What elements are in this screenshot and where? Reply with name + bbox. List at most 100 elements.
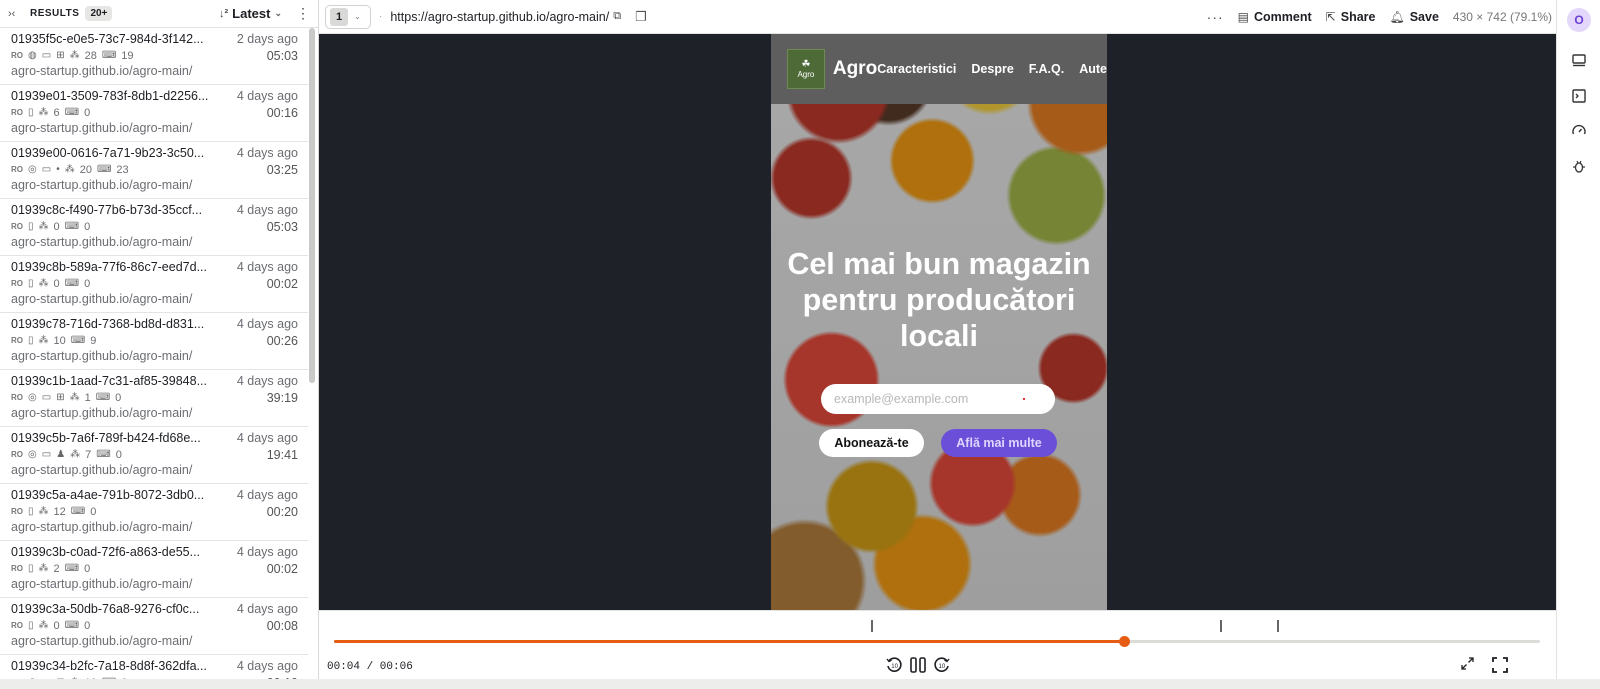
session-id: 01935f5c-e0e5-73c7-984d-3f142... <box>11 32 204 46</box>
terminal-icon[interactable] <box>1569 86 1589 106</box>
session-url: agro-startup.github.io/agro-main/ <box>11 235 193 249</box>
country-code: RO <box>11 51 23 60</box>
mobile-icon: ▯ <box>28 221 34 232</box>
gauge-icon[interactable] <box>1569 121 1589 141</box>
list-item[interactable]: 01939c3b-c0ad-72f6-a863-de55... 4 days a… <box>0 541 308 598</box>
chevron-down-icon: ⌄ <box>354 12 361 21</box>
copy-icon[interactable]: ❐ <box>635 9 647 25</box>
nav-link-caracteristici[interactable]: Caracteristici <box>877 62 956 76</box>
timeline-event-marker[interactable] <box>1277 620 1280 632</box>
bell-icon: 🔔︎ <box>1389 9 1405 24</box>
expand-icon[interactable] <box>1460 656 1475 671</box>
monitor-icon[interactable] <box>1569 51 1589 71</box>
desktop-icon: ▭ <box>41 449 52 460</box>
session-url: agro-startup.github.io/agro-main/ <box>11 292 193 306</box>
key-count: 0 <box>115 391 122 404</box>
session-duration: 05:03 <box>266 219 298 234</box>
timeline-event-marker[interactable] <box>1220 620 1223 632</box>
country-code: RO <box>11 564 23 573</box>
click-count: 7 <box>85 448 92 461</box>
share-icon: ⇱ <box>1325 9 1336 24</box>
sort-dropdown[interactable]: ↓² Latest ⌄ <box>219 6 282 21</box>
session-age: 4 days ago <box>236 89 298 103</box>
bug-icon[interactable] <box>1569 156 1589 176</box>
key-count: 0 <box>84 619 91 632</box>
nav-link-aute[interactable]: Aute <box>1079 62 1107 76</box>
country-code: RO <box>11 393 23 402</box>
desktop-icon: ▭ <box>41 392 52 403</box>
session-duration: 03:25 <box>266 162 298 177</box>
comment-button[interactable]: ▤ Comment <box>1238 10 1312 24</box>
session-id: 01939c1b-1aad-7c31-af85-39848... <box>11 374 207 388</box>
rewind-10-icon[interactable]: 10 <box>885 656 903 674</box>
keyboard-icon: ⌨ <box>64 107 80 118</box>
timeline-track[interactable] <box>334 636 1540 647</box>
session-id: 01939c3a-50db-76a8-9276-cf0c... <box>11 602 200 616</box>
list-item[interactable]: 01939c8c-f490-77b6-b73d-35ccf... 4 days … <box>0 199 308 256</box>
mobile-icon: ▯ <box>28 278 34 289</box>
svg-text:10: 10 <box>939 664 946 670</box>
list-item[interactable]: 01939c5b-7a6f-789f-b424-fd68e... 4 days … <box>0 427 308 484</box>
nav-link-faq[interactable]: F.A.Q. <box>1029 62 1064 76</box>
chevrons-left-right-icon[interactable]: ›‹ <box>8 8 24 20</box>
click-icon: ⁂ <box>38 107 49 118</box>
results-count-badge: 20+ <box>85 6 113 21</box>
desktop-icon: ▭ <box>41 164 52 175</box>
more-horizontal-icon[interactable]: ··· <box>1207 9 1224 25</box>
fullscreen-icon[interactable] <box>1491 656 1509 674</box>
session-age: 4 days ago <box>236 602 298 616</box>
list-item[interactable]: 01939e00-0616-7a71-9b23-3c50... 4 days a… <box>0 142 308 199</box>
session-id: 01939c5a-a4ae-791b-8072-3db0... <box>11 488 205 502</box>
logo-text: Agro <box>797 69 815 79</box>
list-item[interactable]: 01935f5c-e0e5-73c7-984d-3f142... 2 days … <box>0 28 308 85</box>
player-topbar: 1 ⌄ · https://agro-startup.github.io/agr… <box>319 0 1556 34</box>
svg-text:10: 10 <box>891 664 898 670</box>
hero-line: locali <box>900 319 978 353</box>
site-brand[interactable]: Agro <box>833 58 877 80</box>
external-link-icon[interactable]: ⧉ <box>613 10 621 23</box>
key-count: 0 <box>115 448 122 461</box>
avatar[interactable]: O <box>1567 8 1591 32</box>
session-age: 4 days ago <box>236 374 298 388</box>
windows-icon: ⊞ <box>56 392 65 403</box>
list-item[interactable]: 01939c3a-50db-76a8-9276-cf0c... 4 days a… <box>0 598 308 655</box>
click-icon: ⁂ <box>64 164 75 175</box>
session-duration: 00:02 <box>266 276 298 291</box>
click-count: 6 <box>53 106 60 119</box>
timeline-event-marker[interactable] <box>870 620 873 632</box>
session-age: 4 days ago <box>236 260 298 274</box>
results-scrollbar[interactable] <box>309 28 315 383</box>
email-field[interactable] <box>821 384 1055 414</box>
click-icon: ⁂ <box>70 449 81 460</box>
more-options-icon[interactable]: ⋮ <box>296 5 310 22</box>
share-button[interactable]: ⇱ Share <box>1326 10 1376 24</box>
nav-link-despre[interactable]: Despre <box>971 62 1013 76</box>
replay-viewport[interactable]: ☘ Agro Agro Caracteristici Despre F.A.Q.… <box>319 34 1556 610</box>
leaf-icon: ☘ <box>801 58 811 70</box>
click-count: 1 <box>84 391 91 404</box>
list-item[interactable]: 01939c5a-a4ae-791b-8072-3db0... 4 days a… <box>0 484 308 541</box>
list-item[interactable]: 01939e01-3509-783f-8db1-d2256... 4 days … <box>0 85 308 142</box>
save-button[interactable]: 🔔︎ Save <box>1389 10 1438 24</box>
hero-line: pentru producători <box>802 283 1076 317</box>
forward-10-icon[interactable]: 10 <box>933 656 951 674</box>
replayed-website: ☘ Agro Agro Caracteristici Despre F.A.Q.… <box>771 34 1107 610</box>
list-item[interactable]: 01939c8b-589a-77f6-86c7-eed7d... 4 days … <box>0 256 308 313</box>
timeline-progress <box>334 640 1124 643</box>
pause-icon[interactable] <box>909 656 927 674</box>
site-logo[interactable]: ☘ Agro <box>787 49 825 89</box>
session-age: 4 days ago <box>236 545 298 559</box>
session-age: 2 days ago <box>236 32 298 46</box>
list-item[interactable]: 01939c1b-1aad-7c31-af85-39848... 4 days … <box>0 370 308 427</box>
timeline-handle[interactable] <box>1118 636 1130 647</box>
playback-time: 00:04 / 00:06 <box>327 661 413 673</box>
session-duration: 19:41 <box>266 447 298 462</box>
learn-more-button[interactable]: Află mai multe <box>941 429 1057 457</box>
list-item[interactable]: 01939c78-716d-7368-bd8d-d831... 4 days a… <box>0 313 308 370</box>
session-url: agro-startup.github.io/agro-main/ <box>11 121 193 135</box>
bottom-strip <box>0 679 1600 689</box>
tab-selector[interactable]: 1 ⌄ <box>325 4 371 29</box>
subscribe-button[interactable]: Abonează-te <box>819 429 924 457</box>
session-url: agro-startup.github.io/agro-main/ <box>11 634 193 648</box>
keyboard-icon: ⌨ <box>64 221 80 232</box>
